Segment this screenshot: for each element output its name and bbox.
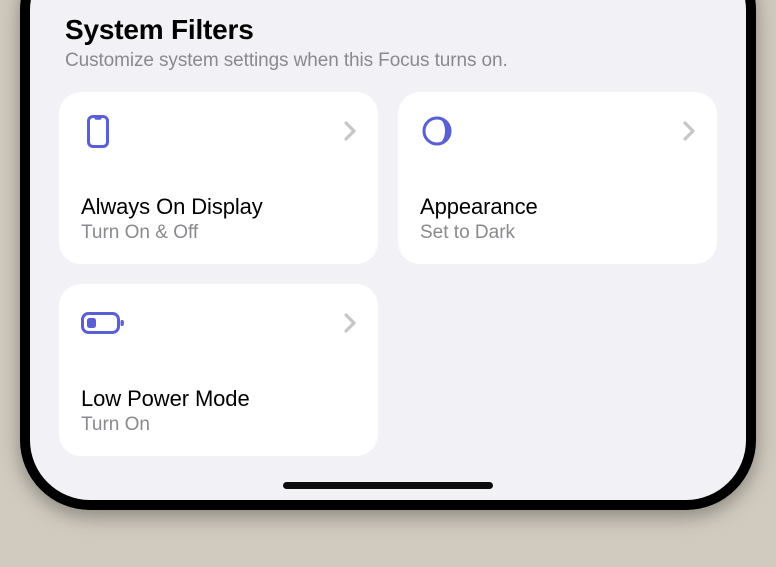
phone-screen: System Filters Customize system settings…	[30, 0, 746, 500]
phone-icon	[81, 114, 115, 148]
section-header: System Filters Customize system settings…	[55, 0, 721, 88]
section-title: System Filters	[65, 14, 711, 46]
battery-icon	[81, 306, 125, 340]
chevron-right-icon	[344, 121, 356, 141]
home-indicator[interactable]	[283, 482, 493, 489]
phone-frame: System Filters Customize system settings…	[20, 0, 756, 510]
card-title: Low Power Mode	[81, 386, 356, 412]
chevron-right-icon	[683, 121, 695, 141]
card-subtitle: Turn On	[81, 414, 356, 436]
filter-card-low-power-mode[interactable]: Low Power Mode Turn On	[59, 284, 378, 456]
card-bottom: Low Power Mode Turn On	[81, 386, 356, 436]
card-bottom: Always On Display Turn On & Off	[81, 194, 356, 244]
card-top	[81, 306, 356, 340]
card-top	[81, 114, 356, 148]
card-title: Always On Display	[81, 194, 356, 220]
filter-card-appearance[interactable]: Appearance Set to Dark	[398, 92, 717, 264]
filter-cards: Always On Display Turn On & Off	[55, 88, 721, 456]
halfmoon-icon	[420, 114, 454, 148]
card-subtitle: Turn On & Off	[81, 222, 356, 244]
card-top	[420, 114, 695, 148]
chevron-right-icon	[344, 313, 356, 333]
card-subtitle: Set to Dark	[420, 222, 695, 244]
filter-card-always-on-display[interactable]: Always On Display Turn On & Off	[59, 92, 378, 264]
section-subtitle: Customize system settings when this Focu…	[65, 50, 711, 72]
card-bottom: Appearance Set to Dark	[420, 194, 695, 244]
card-title: Appearance	[420, 194, 695, 220]
